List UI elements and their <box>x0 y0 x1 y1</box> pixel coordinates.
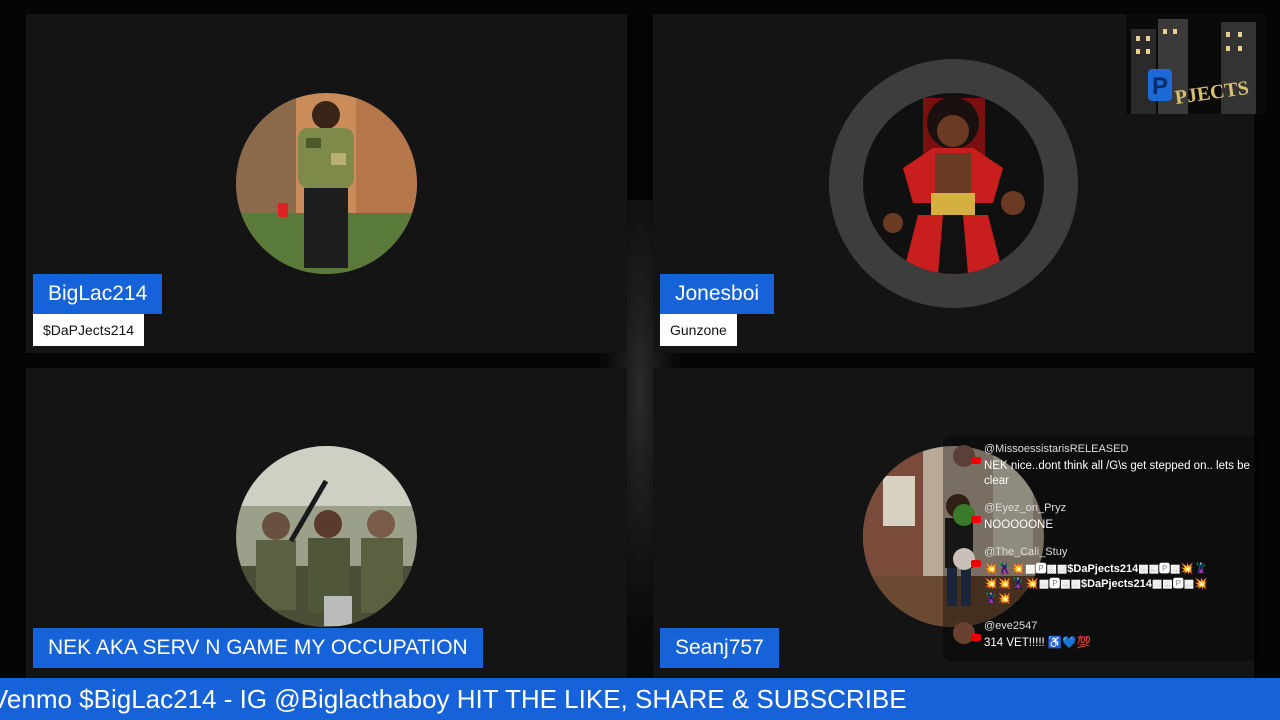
chat-text: NOOOOONE <box>984 519 1054 531</box>
avatar <box>236 93 417 274</box>
participant-name: Jonesboi <box>660 274 775 314</box>
avatar <box>236 446 417 627</box>
youtube-icon <box>971 516 981 523</box>
youtube-icon <box>971 457 981 464</box>
participant-name: Seanj757 <box>660 628 779 668</box>
youtube-icon <box>971 634 981 641</box>
chat-text-line: 💥🦹💥▩🅿▩▩$DaPjects214▩▩🅿▩💥🦹 <box>984 563 1208 575</box>
participant-name: NEK AKA SERV N GAME MY OCCUPATION <box>33 628 483 668</box>
chat-message: @The_Cali_Stuy 💥🦹💥▩🅿▩▩$DaPjects214▩▩🅿▩💥🦹… <box>953 546 1258 610</box>
chat-text: 💥🦹💥▩🅿▩▩$DaPjects214▩▩🅿▩💥🦹 💥💥🦹💥▩🅿▩▩$DaPje… <box>984 562 1264 607</box>
chat-message: @Eyez_on_Pryz NOOOOONE <box>953 502 1258 536</box>
participant-subtitle: Gunzone <box>660 314 737 346</box>
chat-message: @MissoessistarisRELEASED NEK nice..dont … <box>953 443 1258 493</box>
chat-text: NEK nice..dont think all /G\s get steppe… <box>984 460 1250 487</box>
participant-tile-biglac[interactable]: BigLac214 $DaPJects214 <box>26 14 627 353</box>
participant-name: BigLac214 <box>33 274 163 314</box>
chat-author: @The_Cali_Stuy <box>984 546 1068 558</box>
ticker-text: Venmo $BigLac214 - IG @Biglacthaboy HIT … <box>0 684 907 714</box>
participant-tile-nek[interactable]: NEK AKA SERV N GAME MY OCCUPATION <box>26 368 627 678</box>
channel-logo: P PJECTS <box>1126 14 1267 114</box>
ticker-banner: Venmo $BigLac214 - IG @Biglacthaboy HIT … <box>0 678 1280 720</box>
chat-author: @eve2547 <box>984 620 1038 632</box>
youtube-icon <box>971 560 981 567</box>
chat-text-line: 💥💥🦹💥▩🅿▩▩$DaPjects214▩▩🅿▩💥 <box>984 578 1208 590</box>
chat-message: @eve2547 314 VET!!!!! ♿💙💯 <box>953 620 1258 654</box>
live-chat-overlay: @MissoessistarisRELEASED NEK nice..dont … <box>943 436 1263 661</box>
avatar <box>863 93 1044 274</box>
chat-author: @Eyez_on_Pryz <box>984 502 1067 514</box>
chat-text: 314 VET!!!!! ♿💙💯 <box>984 637 1091 649</box>
logo-letter: P <box>1152 73 1168 100</box>
chat-text-line: 🦹💥 <box>984 593 1012 605</box>
chat-author: @MissoessistarisRELEASED <box>984 443 1129 455</box>
participant-subtitle: $DaPJects214 <box>33 314 145 346</box>
